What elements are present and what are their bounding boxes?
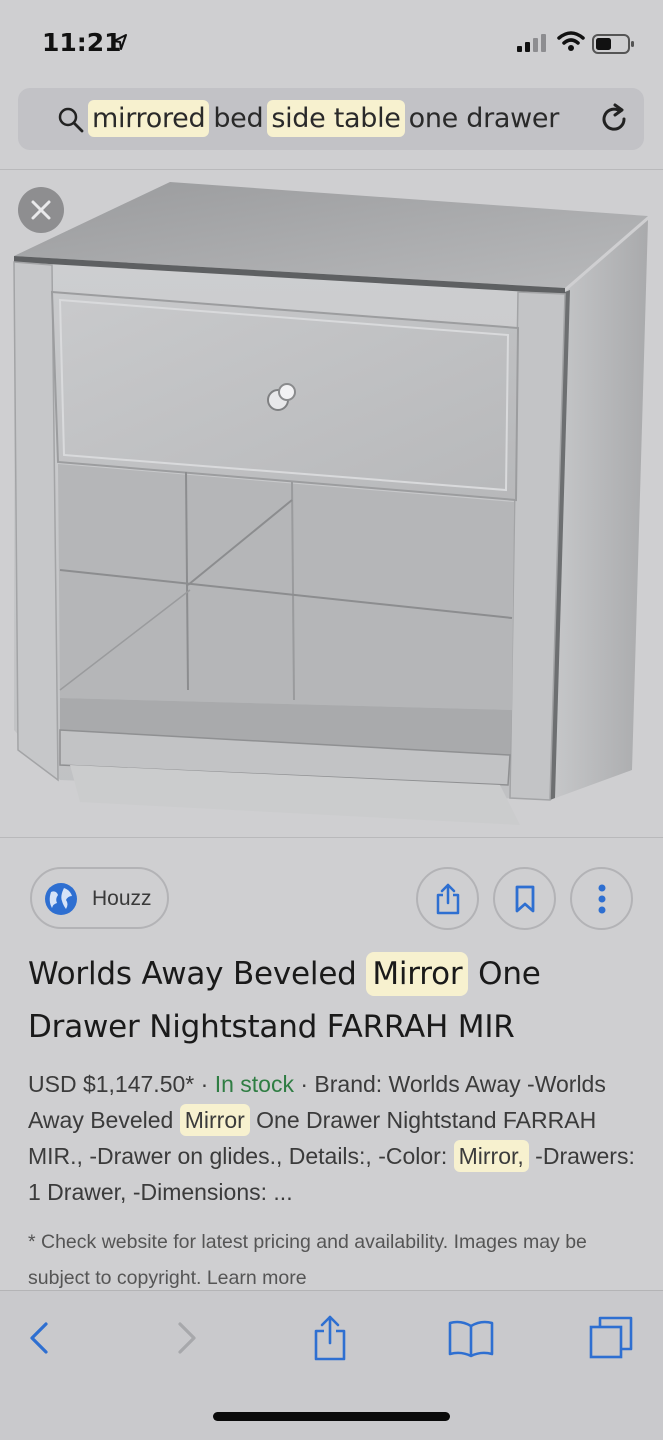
result-details: USD $1,147.50* · In stock · Brand: World… <box>28 1066 648 1210</box>
price: USD $1,147.50* <box>28 1071 195 1097</box>
forward-button[interactable] <box>162 1313 212 1363</box>
share-page-button[interactable] <box>305 1313 355 1363</box>
tabs-button[interactable] <box>586 1313 636 1363</box>
separator: · <box>200 1071 209 1097</box>
product-image[interactable] <box>0 170 663 837</box>
wifi-icon <box>557 31 585 51</box>
home-indicator[interactable] <box>213 1412 450 1421</box>
reload-icon[interactable] <box>598 103 630 135</box>
bookmarks-button[interactable] <box>446 1313 496 1363</box>
globe-icon <box>45 883 77 915</box>
more-options-button[interactable] <box>570 867 633 930</box>
status-bar: 11:21 <box>0 0 663 84</box>
status-time: 11:21 <box>42 28 122 57</box>
open-book-icon <box>448 1320 494 1358</box>
query-word: one drawer <box>408 102 560 134</box>
search-icon <box>58 107 84 133</box>
close-icon <box>31 200 51 220</box>
more-vertical-icon <box>598 884 605 913</box>
tabs-icon <box>589 1316 633 1359</box>
chevron-left-icon <box>30 1322 48 1354</box>
description-highlight: Mirror, <box>453 1140 529 1172</box>
search-query-text[interactable]: mirrored bed side table one drawer <box>88 96 563 140</box>
source-name: Houzz <box>92 887 152 910</box>
location-arrow-icon <box>113 34 127 50</box>
source-chip[interactable]: Houzz <box>30 867 169 929</box>
back-button[interactable] <box>14 1313 64 1363</box>
description-highlight: Mirror <box>179 1104 250 1136</box>
close-image-button[interactable] <box>18 187 64 233</box>
cellular-signal-icon <box>517 34 546 52</box>
query-word-highlighted: side table <box>267 99 405 137</box>
save-bookmark-button[interactable] <box>493 867 556 930</box>
separator: · <box>300 1071 309 1097</box>
mirrored-nightstand-illustration <box>13 182 648 825</box>
title-text: Worlds Away Beveled <box>28 956 367 992</box>
share-icon <box>436 883 459 914</box>
availability-status: In stock <box>214 1071 294 1097</box>
title-highlight: Mirror <box>366 952 469 996</box>
bookmark-icon <box>515 885 534 912</box>
chevron-right-icon <box>178 1322 196 1354</box>
share-icon <box>314 1315 346 1361</box>
disclaimer-text: * Check website for latest pricing and a… <box>28 1231 587 1289</box>
share-button[interactable] <box>416 867 479 930</box>
brand: Brand: Worlds Away <box>314 1071 521 1097</box>
result-title[interactable]: Worlds Away Beveled Mirror One Drawer Ni… <box>28 948 648 1054</box>
battery-icon <box>592 34 634 54</box>
query-word: bed <box>213 102 264 134</box>
divider <box>0 837 663 838</box>
query-word-highlighted: mirrored <box>88 99 210 137</box>
